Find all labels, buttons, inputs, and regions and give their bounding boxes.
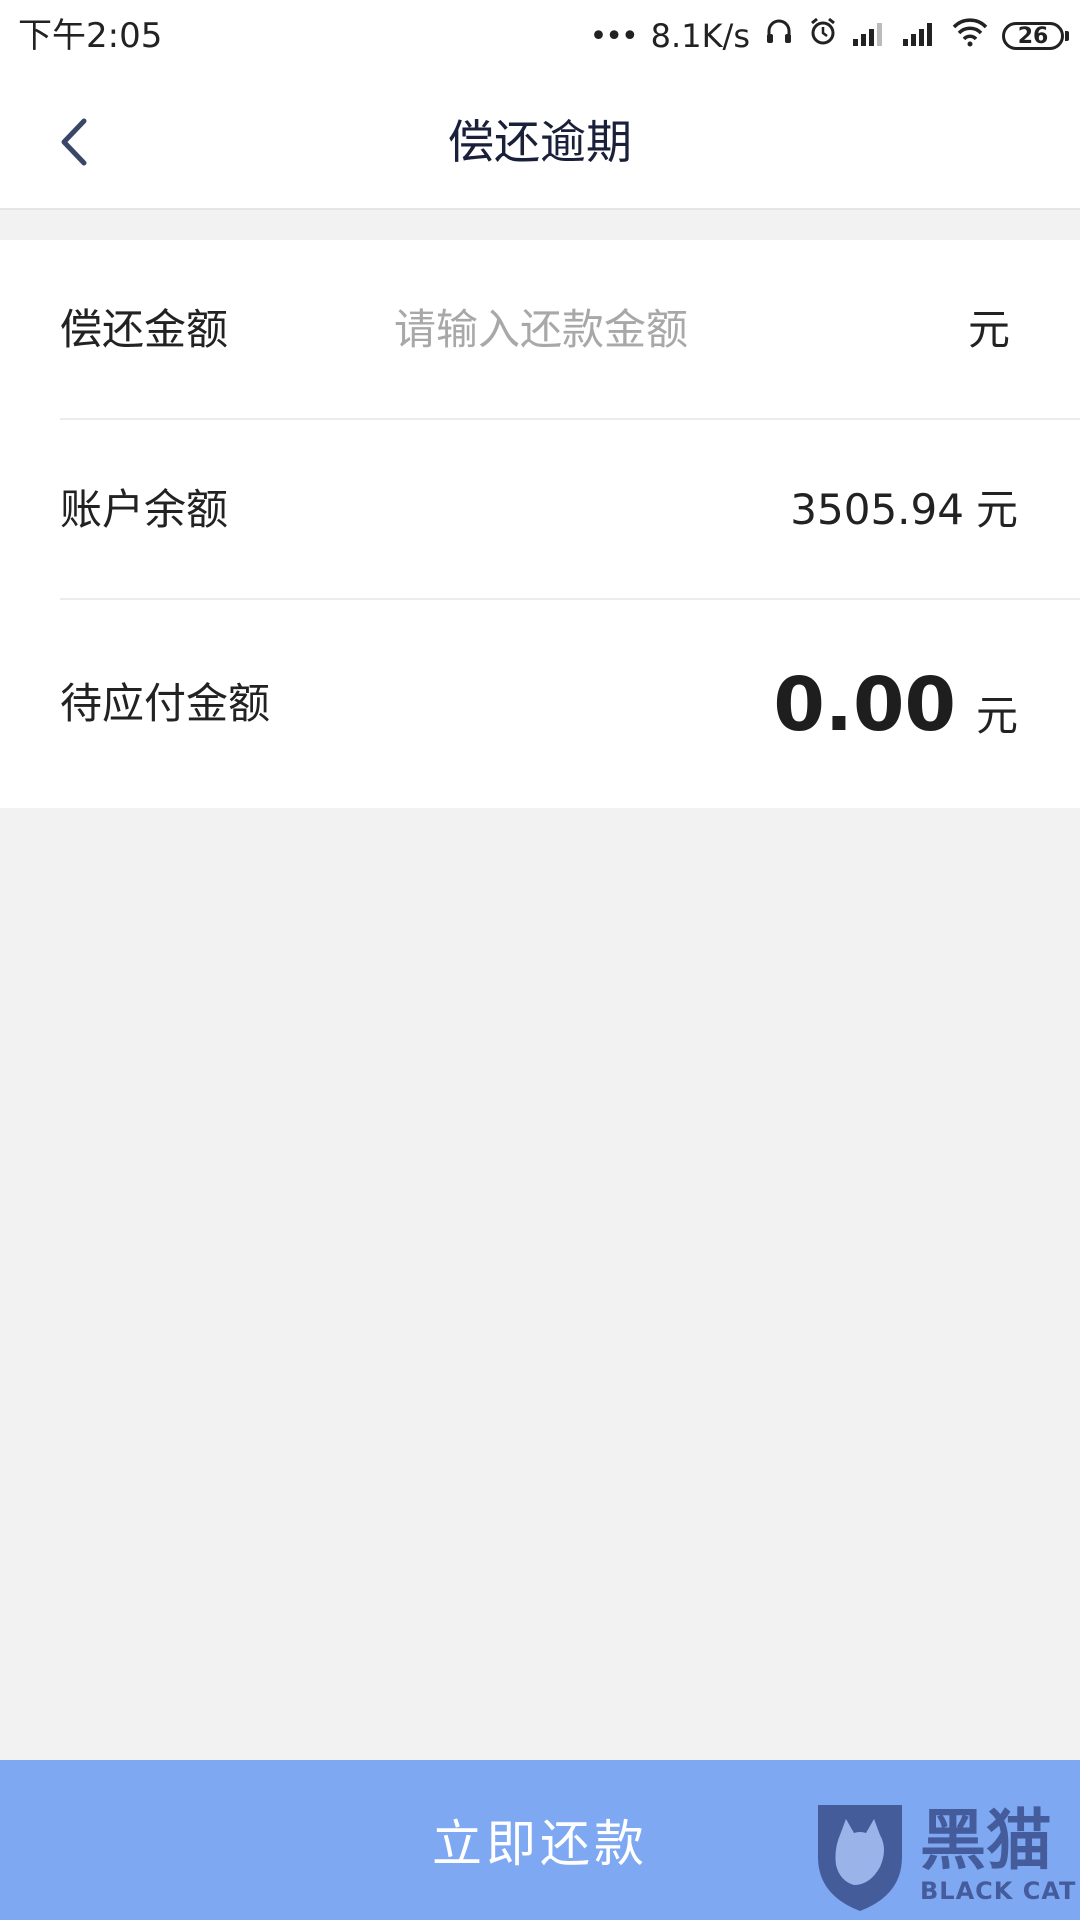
watermark-en: BLACK CAT [920, 1877, 1077, 1905]
watermark: 黑猫 BLACK CAT [810, 1790, 1080, 1920]
dots-icon: ••• [589, 18, 639, 54]
repay-amount-input[interactable] [394, 294, 914, 364]
repay-amount-row: 偿还金额 元 [60, 240, 1080, 420]
nav-bar: 偿还逾期 [0, 74, 1080, 210]
signal-icon [852, 17, 888, 55]
page-title: 偿还逾期 [448, 115, 632, 169]
shield-cat-icon [818, 1805, 902, 1911]
signal-icon [902, 17, 938, 55]
watermark-text: 黑猫 BLACK CAT [920, 1802, 1077, 1906]
status-time: 下午2:05 [18, 16, 163, 56]
repayment-form: 偿还金额 元 账户余额 3505.94 元 待应付金额 0.00 元 [0, 240, 1080, 808]
alarm-icon [808, 17, 838, 55]
status-bar: 下午2:05 ••• 8.1K/s 26 [0, 0, 1080, 74]
wifi-icon [952, 17, 988, 55]
repay-amount-unit: 元 [967, 305, 1010, 354]
account-balance-value: 3505.94 [790, 485, 964, 534]
battery-icon: 26 [1002, 22, 1069, 50]
repay-amount-label: 偿还金额 [60, 305, 229, 354]
headset-icon [764, 17, 794, 55]
payable-unit: 元 [975, 691, 1018, 740]
payable-row: 待应付金额 0.00 元 [60, 600, 1080, 808]
account-balance: 3505.94 元 [790, 480, 1018, 540]
account-balance-unit: 元 [975, 485, 1018, 534]
watermark-cn: 黑猫 [920, 1802, 1052, 1879]
account-balance-label: 账户余额 [60, 485, 229, 534]
network-speed: 8.1K/s [650, 17, 750, 55]
payable-value: 0.00 [773, 662, 956, 748]
status-indicators: ••• 8.1K/s 26 [589, 14, 1069, 58]
account-balance-row: 账户余额 3505.94 元 [60, 420, 1080, 600]
payable-amount: 0.00 元 [773, 660, 1018, 750]
payable-label: 待应付金额 [60, 679, 271, 728]
